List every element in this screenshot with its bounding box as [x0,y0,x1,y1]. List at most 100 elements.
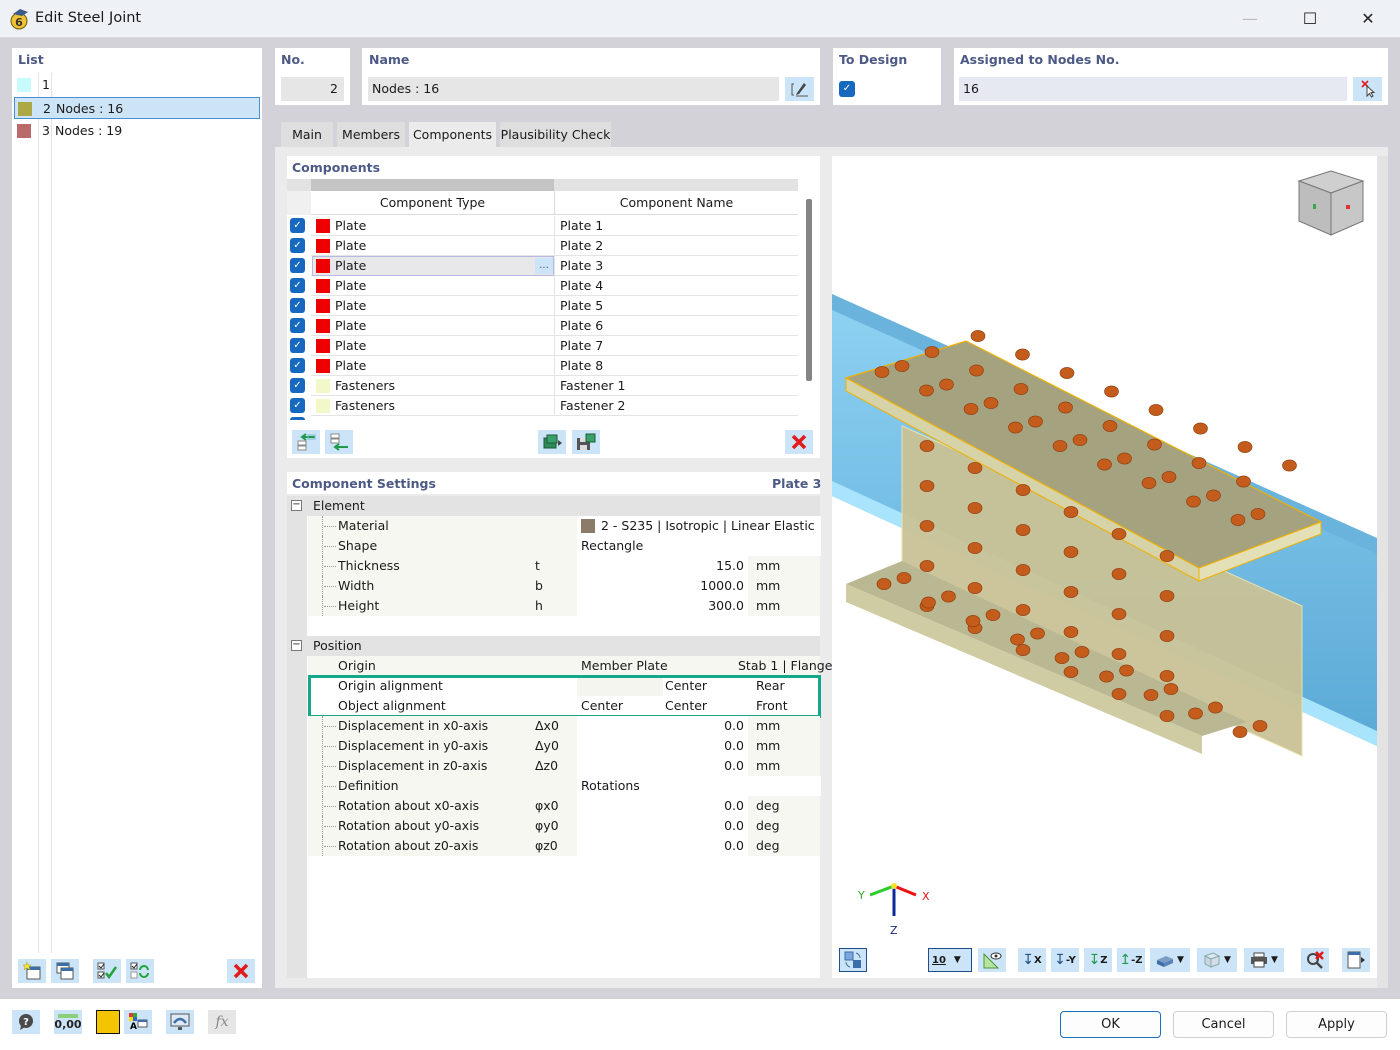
move-up-button[interactable] [292,430,320,454]
measure-visibility-button[interactable] [978,948,1006,972]
view-minus-z-button[interactable]: ↥ -Z [1117,948,1145,972]
reset-zoom-button[interactable] [1301,948,1329,972]
prop-value[interactable]: 0.0 [577,836,748,856]
view-x-button[interactable]: ↧ X [1018,948,1046,972]
view-z-button[interactable]: ↧ Z [1084,948,1112,972]
delete-component-button[interactable] [785,430,813,454]
component-row[interactable]: ✓ ... Plate Plate 3 [287,256,798,276]
prop-rotation-about-y0-axis[interactable]: Rotation about y0-axis φy0 0.0 deg [308,816,820,836]
component-row[interactable]: ✓ Fasteners Fastener 1 [287,376,798,396]
name-field[interactable]: Nodes : 16 [368,77,779,101]
no-field[interactable]: 2 [281,77,344,101]
prop-value-2[interactable]: Stab 1 | Flange 1 [738,656,844,676]
formula-button[interactable]: fx [208,1010,236,1034]
prop-rotation-about-z0-axis[interactable]: Rotation about z0-axis φz0 0.0 deg [308,836,820,856]
close-window-button[interactable]: ✕ [1348,6,1388,32]
display-mode-dropdown[interactable]: ▼ [1150,948,1190,972]
cancel-button[interactable]: Cancel [1173,1011,1274,1038]
component-row[interactable]: ✓ Plate Plate 5 [287,296,798,316]
component-checkbox[interactable]: ✓ [290,278,305,293]
to-design-checkbox[interactable]: ✓ [839,81,855,97]
maximize-button[interactable]: ☐ [1290,6,1330,32]
component-checkbox[interactable]: ✓ [290,398,305,413]
move-down-button[interactable] [325,430,353,454]
prop-displacement-in-z0-axis[interactable]: Displacement in z0-axis Δz0 0.0 mm [308,756,820,776]
view-cube[interactable] [1297,170,1365,236]
component-row[interactable]: ✓ Fasteners Fastener 2 [287,396,798,416]
prop-thickness[interactable]: Thickness t 15.0 mm [308,556,820,576]
component-checkbox[interactable]: ✓ [290,238,305,253]
component-checkbox[interactable]: ✓ [290,318,305,333]
toggle-panel-button[interactable] [1342,948,1370,972]
prop-value[interactable]: 0.0 [577,756,748,776]
prop-value[interactable]: 15.0 [577,556,748,576]
prop-value[interactable]: 300.0 [577,596,748,616]
save-component-button[interactable] [572,430,600,454]
list-item[interactable]: 3 Nodes : 19 [14,120,260,142]
component-row[interactable]: ✓ Plate Plate 1 [287,216,798,236]
pick-nodes-button[interactable] [1353,77,1382,101]
prop-value[interactable]: Member Plate [581,656,668,676]
prop-value[interactable]: 2 - S235 | Isotropic | Linear Elastic [601,516,815,536]
component-row[interactable]: ✓ Plate Plate 2 [287,236,798,256]
tab-members[interactable]: Members [337,122,405,148]
component-row[interactable]: ✓ Plate Plate 4 [287,276,798,296]
new-joint-button[interactable] [18,959,46,983]
prop-rotation-about-x0-axis[interactable]: Rotation about x0-axis φx0 0.0 deg [308,796,820,816]
minimize-button[interactable]: — [1230,6,1270,32]
import-component-button[interactable] [538,430,566,454]
prop-value[interactable]: 0.0 [577,816,748,836]
prop-definition[interactable]: Definition Rotations [308,776,821,796]
component-checkbox[interactable]: ✓ [290,218,305,233]
components-scrollbar[interactable] [806,199,812,381]
edit-name-button[interactable] [785,77,814,101]
decimal-places-button[interactable]: 0,00 [54,1010,82,1034]
prop-value[interactable]: 0.0 [577,736,748,756]
tab-plausibility-check[interactable]: Plausibility Check [500,122,611,148]
prop-displacement-in-x0-axis[interactable]: Displacement in x0-axis Δx0 0.0 mm [308,716,820,736]
help-button[interactable]: ? [12,1010,40,1034]
collapse-icon[interactable]: − [291,500,302,511]
ok-button[interactable]: OK [1060,1011,1161,1038]
3d-viewport[interactable]: Y X Z [832,156,1377,978]
prop-value[interactable]: 0.0 [577,796,748,816]
ellipsis-button[interactable]: ... [535,258,553,274]
component-row[interactable]: ✓ Plate Plate 7 [287,336,798,356]
component-checkbox[interactable]: ✓ [290,298,305,313]
scale-dropdown[interactable]: 10 ▼ [928,948,972,972]
copy-joint-button[interactable] [51,959,79,983]
delete-joint-button[interactable] [227,959,255,983]
component-checkbox[interactable]: ✓ [290,338,305,353]
transparency-dropdown[interactable]: ▼ [1197,948,1237,972]
prop-shape[interactable]: Shape Rectangle [308,536,821,556]
color-swatch-button[interactable] [96,1010,120,1034]
view-minus-y-button[interactable]: ↧ -Y [1051,948,1079,972]
prop-height[interactable]: Height h 300.0 mm [308,596,820,616]
color-legend-button[interactable]: A [124,1010,152,1034]
group-element[interactable]: − Element [287,496,820,516]
toggle-check-button[interactable] [126,959,154,983]
component-checkbox[interactable]: ✓ [290,358,305,373]
apply-button[interactable]: Apply [1286,1011,1387,1038]
component-checkbox[interactable]: ✓ [290,258,305,273]
column-header-type[interactable]: Component Type [311,195,554,210]
tab-components[interactable]: Components [409,122,496,148]
sync-view-button[interactable] [839,948,867,972]
prop-value[interactable]: 0.0 [577,716,748,736]
group-position[interactable]: − Position [287,636,820,656]
prop-origin[interactable]: Origin Member Plate Stab 1 | Flange 1 [308,656,844,676]
prop-material[interactable]: Material 2 - S235 | Isotropic | Linear E… [308,516,821,536]
component-checkbox[interactable]: ✓ [290,378,305,393]
tab-main[interactable]: Main [281,122,333,148]
prop-width[interactable]: Width b 1000.0 mm [308,576,820,596]
component-row[interactable]: ✓ Plate Plate 8 [287,356,798,376]
assigned-nodes-field[interactable]: 16 [959,77,1347,101]
prop-value[interactable]: Rotations [581,776,640,796]
collapse-icon[interactable]: − [291,640,302,651]
component-row[interactable]: ✓ Plate Plate 6 [287,316,798,336]
list-item[interactable]: 2 Nodes : 16 [14,97,260,119]
prop-value[interactable]: Rectangle [581,536,643,556]
view-settings-button[interactable] [166,1010,194,1034]
prop-value[interactable]: 1000.0 [577,576,748,596]
print-dropdown[interactable]: ▼ [1244,948,1284,972]
